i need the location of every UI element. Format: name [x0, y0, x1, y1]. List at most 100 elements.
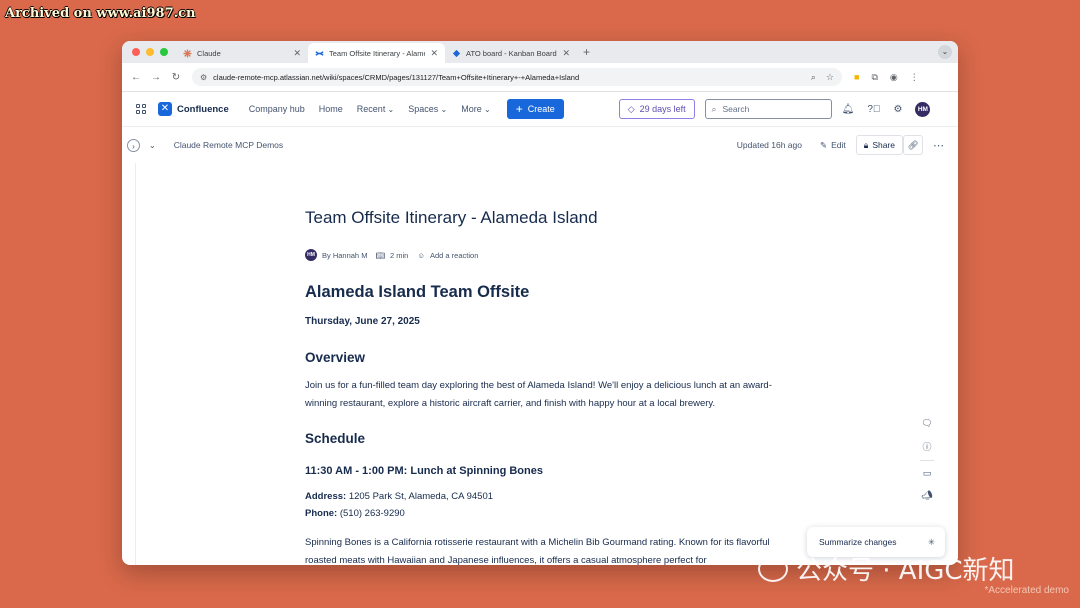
- lunch-paragraph: Spinning Bones is a California rotisseri…: [305, 537, 770, 565]
- tab-search-icon[interactable]: ⌄: [938, 45, 952, 59]
- book-icon: 📖︎: [375, 250, 385, 260]
- tab-title: Claude: [197, 48, 221, 58]
- edit-button[interactable]: ✎ Edit: [820, 140, 846, 151]
- smiley-icon: ☺: [417, 250, 425, 260]
- tab-claude[interactable]: Claude ✕: [176, 43, 308, 63]
- sparkle-icon: ✳: [927, 536, 935, 547]
- comment-icon[interactable]: 🗨︎: [921, 418, 932, 429]
- confluence-logo-icon: ✕: [158, 102, 172, 116]
- page-heading: Alameda Island Team Offsite: [305, 283, 530, 301]
- page-title: Team Offsite Itinerary - Alameda Island: [305, 208, 598, 227]
- close-tab-icon[interactable]: ✕: [430, 48, 438, 59]
- rail-divider: [920, 460, 934, 461]
- author-name[interactable]: By Hannah M: [322, 251, 367, 260]
- share-button[interactable]: 🔒︎ Share: [855, 135, 903, 155]
- bookmark-star-icon[interactable]: ☆: [826, 72, 834, 83]
- address-value: 1205 Park St, Alameda, CA 94501: [346, 491, 494, 502]
- wechat-watermark: 公众号 · AIGC新知: [758, 550, 1015, 587]
- settings-gear-icon[interactable]: ⚙: [893, 104, 902, 115]
- confluence-header: ✕ Confluence Company hub Home Recent Spa…: [122, 92, 958, 127]
- search-icon: ⌕: [711, 103, 717, 114]
- back-icon[interactable]: ←: [126, 72, 146, 83]
- address-bar: ← → ↻ ⚙ claude-remote-mcp.atlassian.net/…: [122, 63, 958, 92]
- add-reaction-button[interactable]: Add a reaction: [430, 251, 478, 260]
- tab-bar: Claude ✕ Team Offsite Itinerary - Alamed…: [122, 41, 958, 63]
- nav-company-hub[interactable]: Company hub: [249, 104, 305, 114]
- expand-sidebar-icon[interactable]: ›: [127, 138, 140, 152]
- phone-value: (510) 263-9290: [337, 508, 405, 519]
- nav-spaces[interactable]: Spaces: [408, 104, 447, 114]
- breadcrumb[interactable]: Claude Remote MCP Demos: [174, 140, 283, 150]
- nav-more[interactable]: More: [461, 104, 490, 114]
- right-rail: 🗨︎ ⓘ ▭ 📣︎: [913, 411, 941, 517]
- create-button[interactable]: + Create: [506, 99, 564, 119]
- phone-line: Phone: (510) 263-9290: [305, 508, 405, 519]
- url-text: claude-remote-mcp.atlassian.net/wiki/spa…: [213, 72, 580, 82]
- new-tab-button[interactable]: +: [577, 45, 596, 59]
- address-line: Address: 1205 Park St, Alameda, CA 94501: [305, 491, 493, 502]
- close-tab-icon[interactable]: ✕: [293, 48, 301, 59]
- search-input[interactable]: ⌕ Search: [704, 99, 832, 119]
- nav-recent[interactable]: Recent: [357, 104, 394, 114]
- site-settings-icon[interactable]: ⚙: [200, 73, 207, 82]
- info-icon[interactable]: ⓘ: [922, 440, 931, 453]
- create-label: Create: [527, 104, 555, 114]
- address-label: Address:: [305, 491, 347, 502]
- close-tab-icon[interactable]: ✕: [562, 48, 570, 59]
- close-window-button[interactable]: [132, 48, 140, 56]
- forward-icon[interactable]: →: [146, 72, 166, 83]
- copy-link-icon[interactable]: 🔗︎: [903, 135, 923, 155]
- edit-label: Edit: [831, 140, 846, 150]
- author-avatar[interactable]: HM: [305, 249, 317, 261]
- browser-window: Claude ✕ Team Offsite Itinerary - Alamed…: [122, 41, 958, 565]
- overview-paragraph: Join us for a fun-filled team day explor…: [305, 380, 772, 409]
- extension-icon[interactable]: ■: [854, 72, 859, 83]
- event-date: Thursday, June 27, 2025: [305, 316, 420, 327]
- accelerated-demo-note: *Accelerated demo: [984, 585, 1070, 596]
- notifications-bell-icon[interactable]: 🔔︎: [842, 104, 855, 115]
- page-toolbar: › ⌄ Claude Remote MCP Demos Updated 16h …: [122, 127, 958, 163]
- window-controls: [122, 48, 176, 56]
- maximize-window-button[interactable]: [160, 48, 168, 56]
- wechat-logo-icon: [758, 555, 788, 582]
- tab-title: ATO board - Kanban Board -: [466, 48, 558, 58]
- browser-menu-icon[interactable]: ⋮: [910, 72, 919, 83]
- summarize-label: Summarize changes: [819, 537, 897, 547]
- updated-timestamp: Updated 16h ago: [736, 140, 802, 150]
- help-icon[interactable]: ?⃝: [867, 104, 880, 115]
- confluence-icon: [315, 50, 324, 56]
- overview-heading: Overview: [305, 350, 366, 365]
- pencil-icon: ✎: [820, 139, 828, 150]
- trial-button[interactable]: ◇ 29 days left: [618, 99, 695, 119]
- tab-team-offsite[interactable]: Team Offsite Itinerary - Alameda ✕: [308, 43, 445, 63]
- share-label: Share: [872, 140, 895, 150]
- app-switcher-icon[interactable]: [136, 104, 146, 114]
- avatar[interactable]: HM: [915, 101, 931, 117]
- lunch-heading: 11:30 AM - 1:00 PM: Lunch at Spinning Bo…: [305, 465, 543, 477]
- top-navigation: Company hub Home Recent Spaces More: [249, 104, 491, 114]
- search-placeholder: Search: [722, 104, 750, 114]
- minimize-window-button[interactable]: [146, 48, 154, 56]
- diamond-icon: ◇: [627, 103, 635, 114]
- lock-icon: 🔒︎: [863, 139, 869, 150]
- announcement-icon[interactable]: 📣︎: [921, 490, 932, 501]
- url-input[interactable]: ⚙ claude-remote-mcp.atlassian.net/wiki/s…: [192, 68, 842, 86]
- watermark-text: 公众号 · AIGC新知: [796, 556, 1015, 586]
- profile-icon[interactable]: ◉: [890, 72, 898, 83]
- tab-ato-board[interactable]: ATO board - Kanban Board - ✕: [445, 43, 577, 63]
- product-name: Confluence: [177, 103, 229, 115]
- tab-title: Team Offsite Itinerary - Alameda: [329, 48, 426, 58]
- video-icon[interactable]: ▭: [923, 468, 932, 479]
- nav-home[interactable]: Home: [319, 104, 343, 114]
- sidebar-divider: [135, 163, 136, 565]
- zoom-icon[interactable]: ⌕: [811, 72, 816, 83]
- archive-watermark: Archived on www.ai987.cn: [5, 6, 196, 21]
- more-actions-icon[interactable]: ⋯: [933, 139, 944, 152]
- phone-label: Phone:: [305, 508, 338, 519]
- confluence-logo[interactable]: ✕ Confluence: [158, 102, 229, 116]
- reload-icon[interactable]: ↻: [166, 72, 186, 83]
- puzzle-extensions-icon[interactable]: ⧉: [871, 72, 877, 83]
- read-time: 2 min: [389, 250, 409, 260]
- plus-icon: +: [515, 102, 523, 116]
- chevron-down-icon[interactable]: ⌄: [149, 141, 156, 150]
